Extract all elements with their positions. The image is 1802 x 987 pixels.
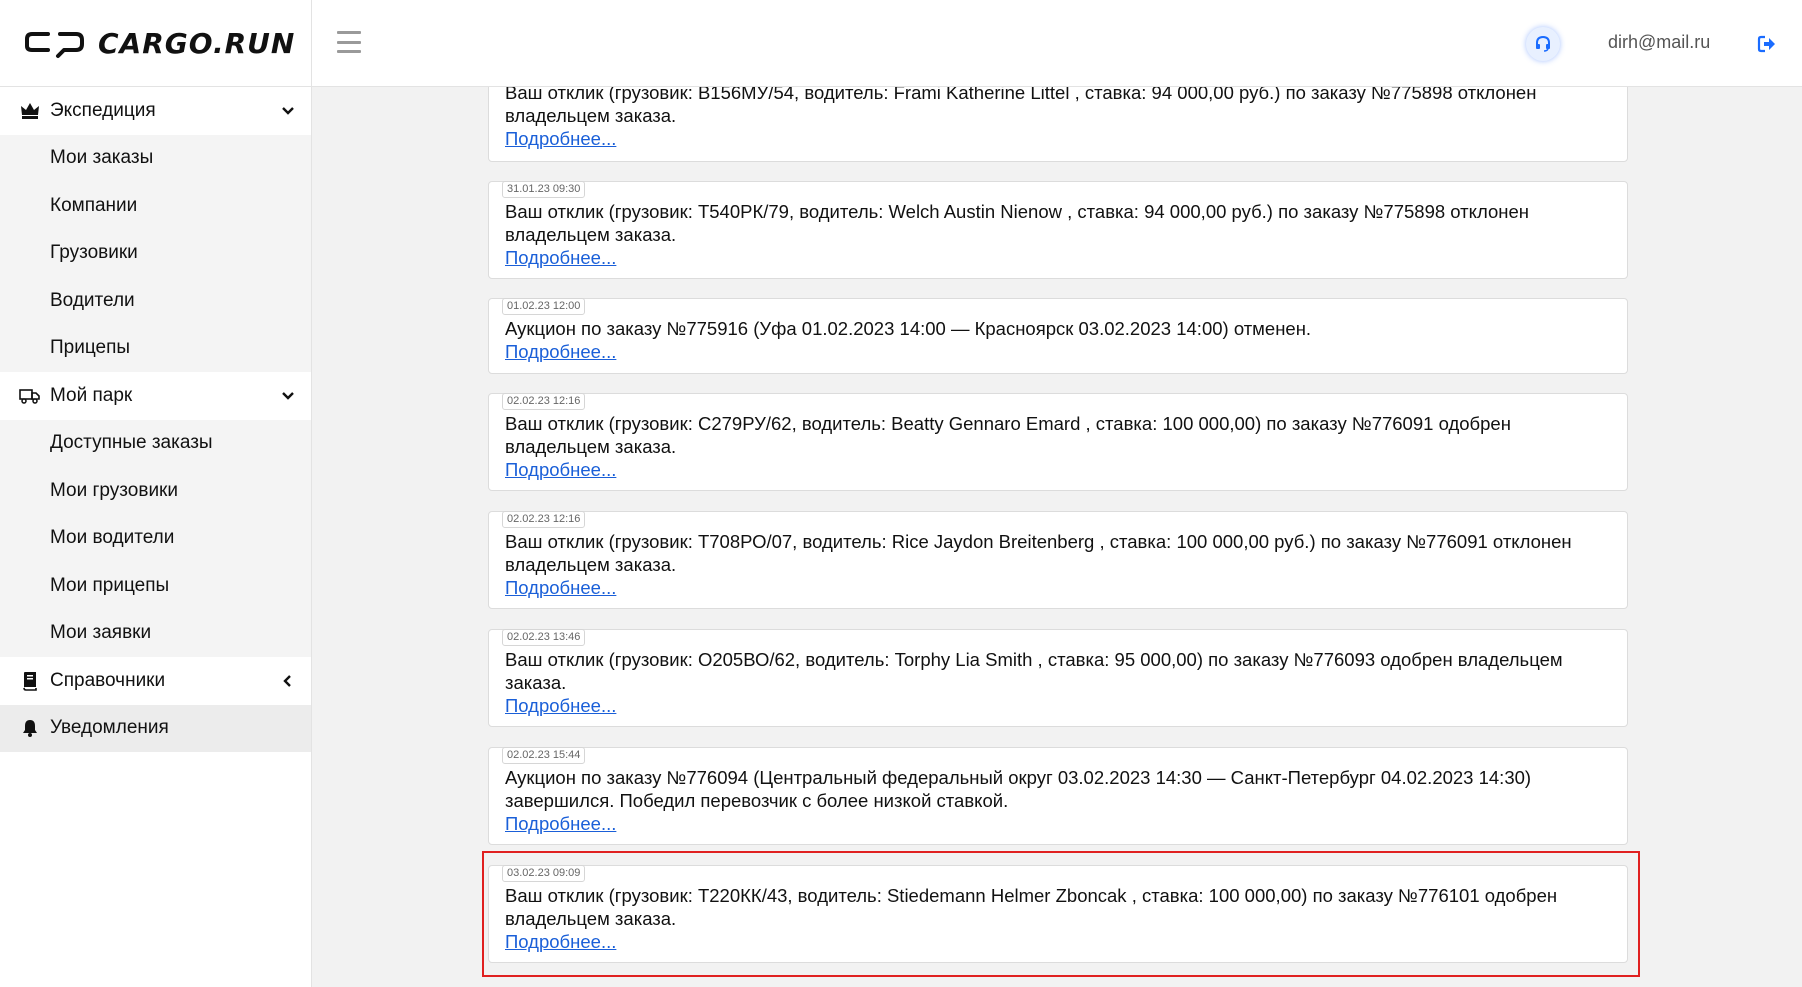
- sidebar-item-label: Прицепы: [50, 337, 131, 359]
- sidebar-section-my-fleet[interactable]: Мой парк: [0, 372, 311, 420]
- sidebar-section-label: Уведомления: [50, 717, 169, 739]
- bell-icon: [18, 716, 42, 740]
- details-link[interactable]: Подробнее...: [505, 127, 616, 150]
- top-header: CARGO.RUN dirh@mail.ru: [0, 0, 1802, 87]
- logout-icon[interactable]: [1757, 34, 1777, 54]
- book-icon: [18, 669, 42, 693]
- notification-text: Ваш отклик (грузовик: О205ВО/62, водител…: [505, 649, 1563, 693]
- sidebar-item-label: Мои водители: [50, 527, 175, 549]
- notification-card: 03.02.23 09:09 Ваш отклик (грузовик: Т22…: [488, 865, 1628, 963]
- sidebar-item-available-orders[interactable]: Доступные заказы: [0, 419, 311, 467]
- details-link[interactable]: Подробнее...: [505, 930, 616, 953]
- sidebar-item-label: Мои грузовики: [50, 479, 178, 501]
- chevron-down-icon: [282, 106, 294, 115]
- timestamp-badge: 31.01.23 09:30: [502, 181, 586, 198]
- sidebar-item-my-drivers[interactable]: Мои водители: [0, 514, 311, 562]
- logo-text: CARGO.RUN: [98, 27, 296, 60]
- notification-card: 01.02.23 12:00 Аукцион по заказу №775916…: [488, 298, 1628, 374]
- timestamp-badge: 02.02.23 12:16: [502, 511, 586, 528]
- notification-card: 02.02.23 12:16 Ваш отклик (грузовик: Т70…: [488, 511, 1628, 609]
- details-link[interactable]: Подробнее...: [505, 694, 616, 717]
- sidebar-item-label: Водители: [50, 289, 135, 311]
- sidebar-item-label: Мои заявки: [50, 622, 152, 644]
- chevron-left-icon: [283, 674, 291, 687]
- sidebar-item-companies[interactable]: Компании: [0, 182, 311, 230]
- sidebar-item-label: Компании: [50, 194, 138, 216]
- headset-icon[interactable]: [1526, 27, 1560, 61]
- user-email[interactable]: dirh@mail.ru: [1608, 32, 1710, 53]
- logo-mark-icon: [25, 31, 84, 58]
- notification-text: Аукцион по заказу №775916 (Уфа 01.02.202…: [505, 318, 1312, 339]
- notification-text: Аукцион по заказу №776094 (Центральный ф…: [505, 767, 1532, 811]
- sidebar-section-label: Экспедиция: [50, 99, 156, 121]
- timestamp-badge: 03.02.23 09:09: [502, 865, 586, 882]
- crown-icon: [18, 99, 42, 123]
- chevron-down-icon: [282, 391, 294, 400]
- details-link[interactable]: Подробнее...: [505, 340, 616, 363]
- sidebar-section-label: Справочники: [50, 669, 166, 691]
- sidebar-item-label: Мои прицепы: [50, 574, 170, 596]
- sidebar: Экспедиция Мои заказы Компании Грузовики…: [0, 87, 312, 987]
- notification-card: 02.02.23 13:46 Ваш отклик (грузовик: О20…: [488, 629, 1628, 727]
- sidebar-item-my-requests[interactable]: Мои заявки: [0, 609, 311, 657]
- notification-card: 02.02.23 12:16 Ваш отклик (грузовик: С27…: [488, 393, 1628, 491]
- notification-text: Ваш отклик (грузовик: С279РУ/62, водител…: [505, 413, 1511, 457]
- notification-text: Ваш отклик (грузовик: Т708РО/07, водител…: [505, 531, 1572, 575]
- notification-text: Ваш отклик (грузовик: Т540РК/79, водител…: [505, 201, 1529, 245]
- sidebar-item-my-trailers[interactable]: Мои прицепы: [0, 562, 311, 610]
- sidebar-item-trailers[interactable]: Прицепы: [0, 324, 311, 372]
- notification-card: 31.01.23 09:30 Ваш отклик (грузовик: Т54…: [488, 181, 1628, 279]
- notification-text: Ваш отклик (грузовик: Т220КК/43, водител…: [505, 885, 1558, 929]
- sidebar-section-notifications[interactable]: Уведомления: [0, 704, 311, 752]
- details-link[interactable]: Подробнее...: [505, 246, 616, 269]
- timestamp-badge: 02.02.23 13:46: [502, 629, 586, 646]
- sidebar-item-trucks[interactable]: Грузовики: [0, 229, 311, 277]
- sidebar-item-label: Доступные заказы: [50, 432, 213, 454]
- sidebar-item-my-trucks[interactable]: Мои грузовики: [0, 467, 311, 515]
- truck-icon: [18, 384, 42, 408]
- sidebar-item-drivers[interactable]: Водители: [0, 277, 311, 325]
- timestamp-badge: 01.02.23 12:00: [502, 298, 586, 315]
- details-link[interactable]: Подробнее...: [505, 576, 616, 599]
- details-link[interactable]: Подробнее...: [505, 458, 616, 481]
- notification-card: 02.02.23 15:44 Аукцион по заказу №776094…: [488, 747, 1628, 845]
- timestamp-badge: 02.02.23 12:16: [502, 393, 586, 410]
- sidebar-section-expedition[interactable]: Экспедиция: [0, 87, 311, 135]
- sidebar-section-label: Мой парк: [50, 384, 133, 406]
- sidebar-item-label: Мои заказы: [50, 147, 154, 169]
- sidebar-item-label: Грузовики: [50, 242, 138, 264]
- sidebar-item-my-orders[interactable]: Мои заказы: [0, 134, 311, 182]
- sidebar-section-references[interactable]: Справочники: [0, 657, 311, 705]
- hamburger-icon[interactable]: [337, 31, 361, 53]
- logo[interactable]: CARGO.RUN: [0, 0, 312, 87]
- details-link[interactable]: Подробнее...: [505, 812, 616, 835]
- timestamp-badge: 02.02.23 15:44: [502, 747, 586, 764]
